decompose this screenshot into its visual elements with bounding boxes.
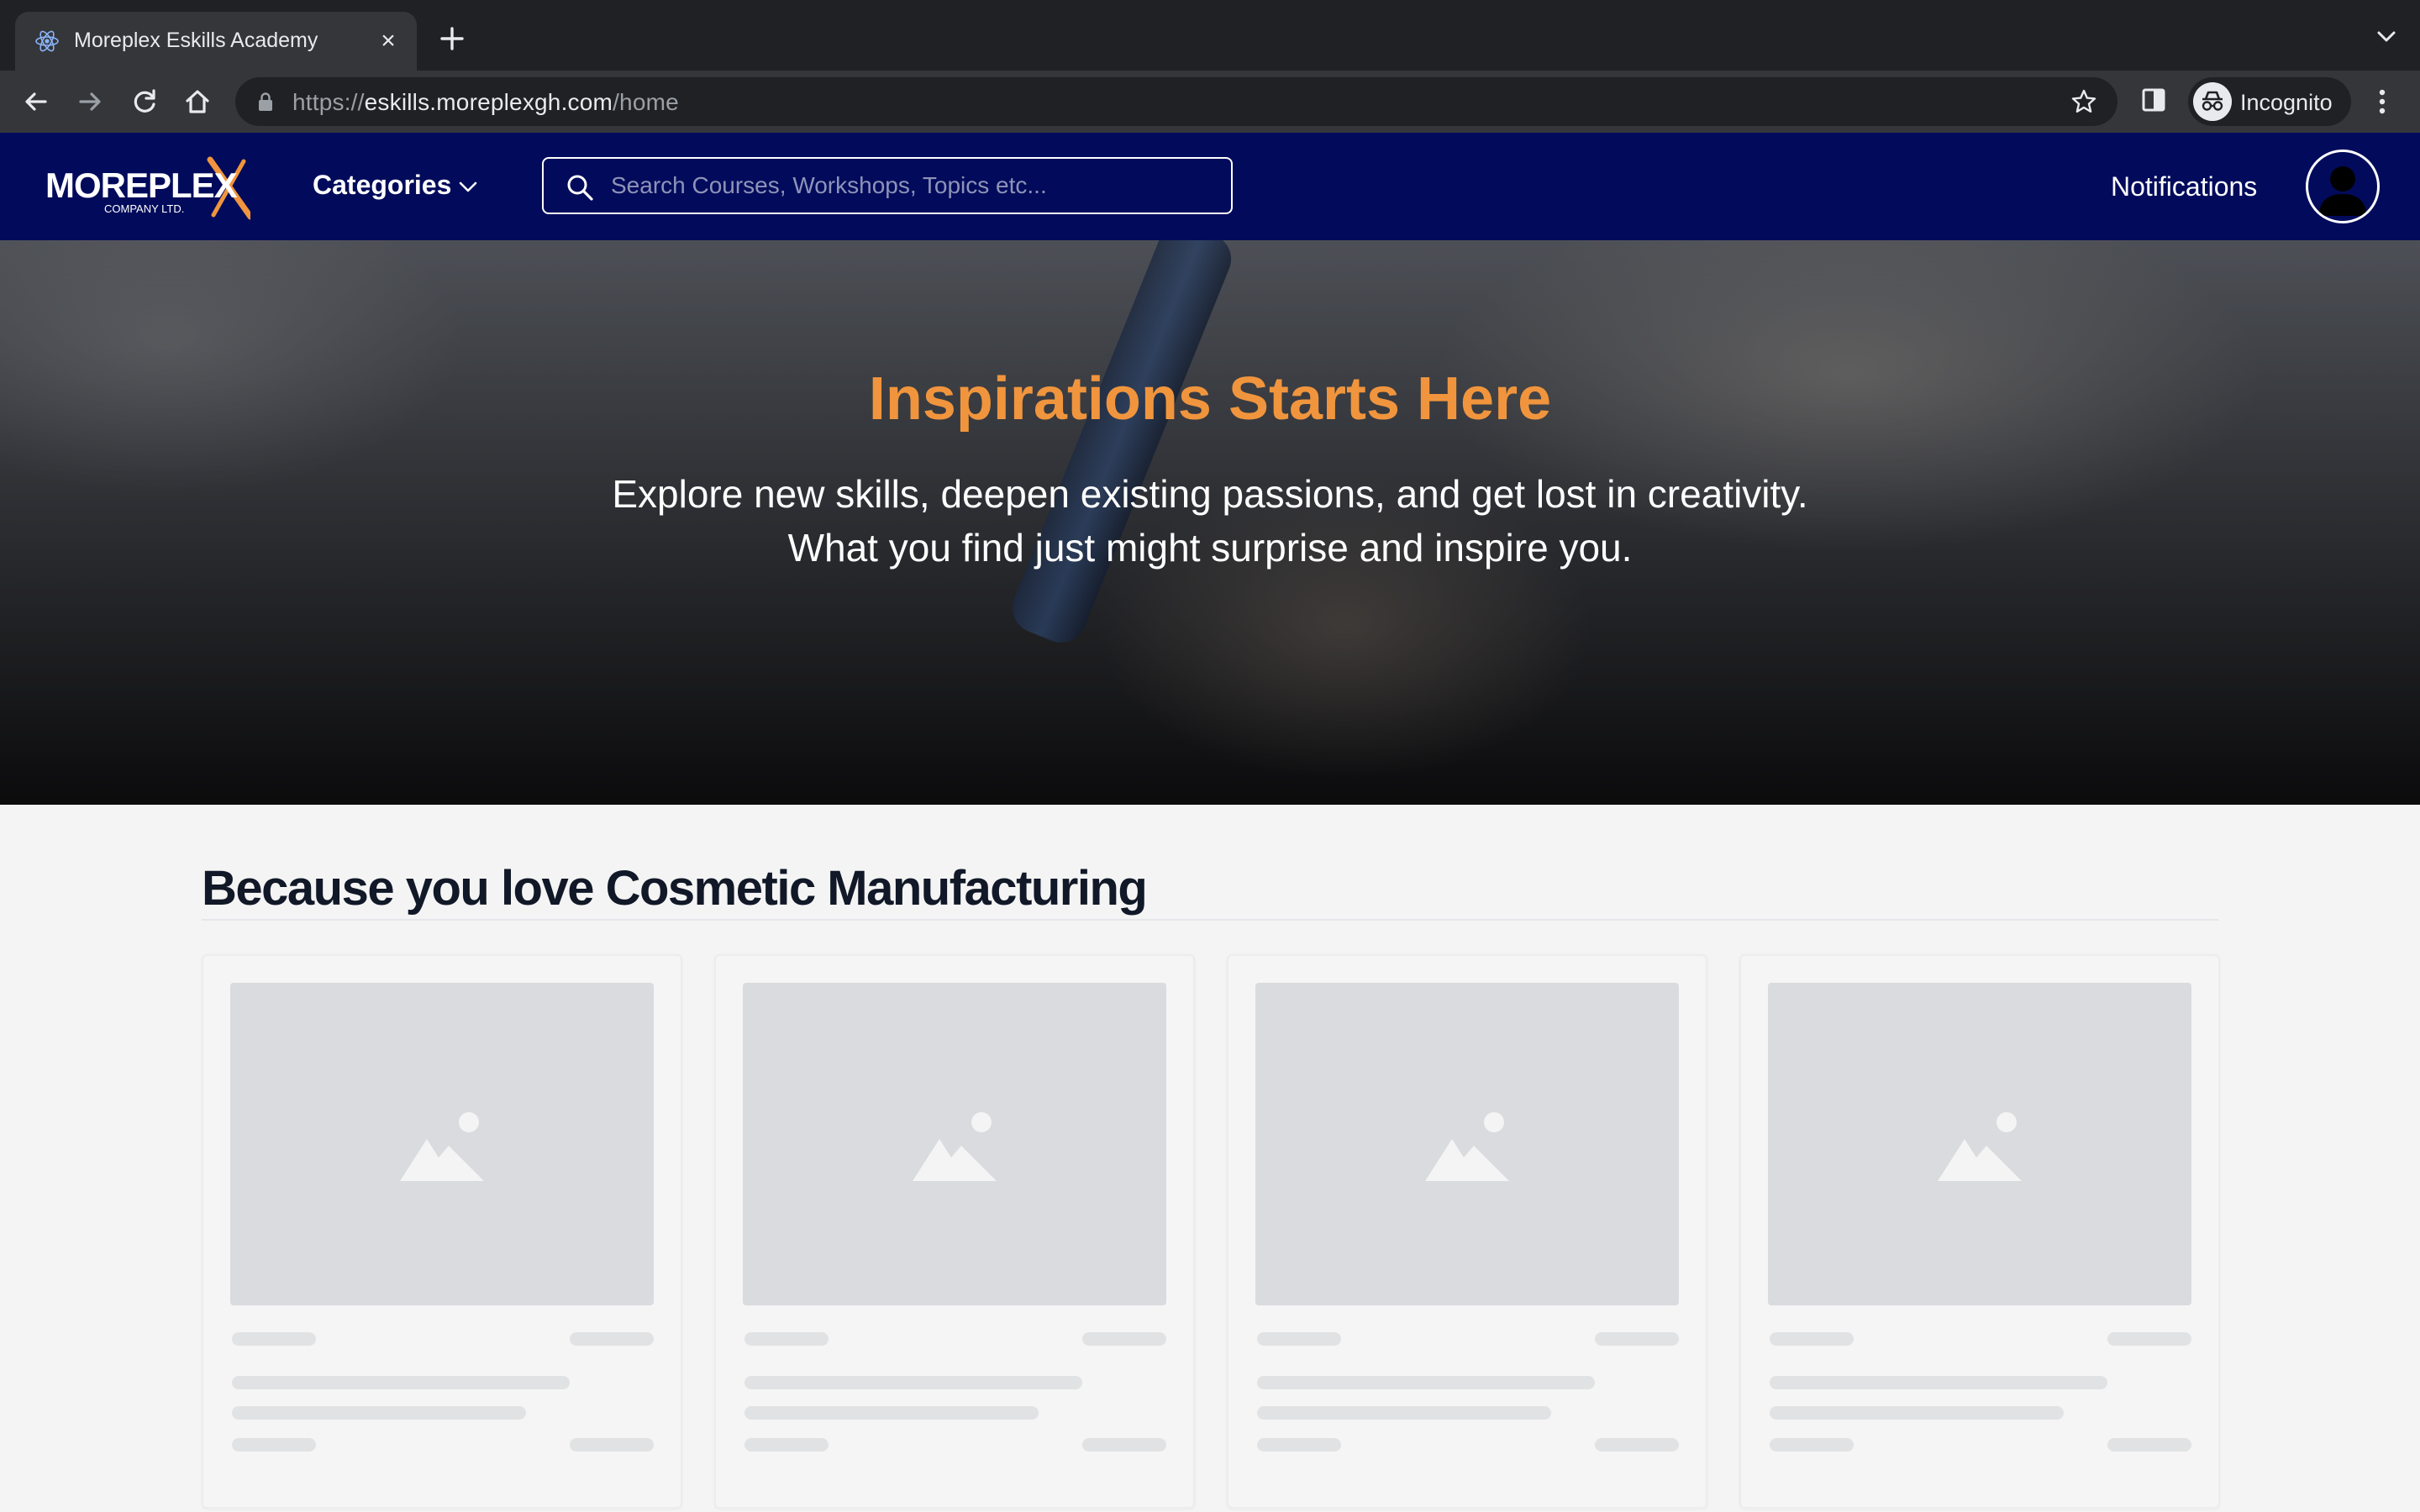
card-image-placeholder [743,983,1166,1305]
section-divider [202,919,2218,921]
categories-label: Categories [313,170,452,200]
profile-avatar-button[interactable] [2306,150,2380,223]
skeleton-line [570,1438,654,1452]
close-icon[interactable]: × [373,26,403,56]
skeleton-line [1257,1406,1551,1420]
tab-title: Moreplex Eskills Academy [74,29,318,52]
chevron-down-icon [460,181,477,192]
address-bar[interactable]: https://eskills.moreplexgh.com/home [235,77,2118,126]
moreplex-logo[interactable]: MOREPLEX COMPANY LTD. [45,156,250,220]
skeleton-line [1257,1438,1341,1452]
notifications-link[interactable]: Notifications [2111,171,2257,202]
section-title: Because you love Cosmetic Manufacturing [202,861,1148,916]
chevron-down-icon[interactable] [2375,27,2398,47]
skeleton-line [232,1332,316,1346]
browser-toolbar: https://eskills.moreplexgh.com/home Inco… [0,71,2420,133]
side-panel-icon[interactable] [2141,87,2166,113]
skeleton-line [1082,1438,1166,1452]
image-placeholder-icon [1425,1112,1509,1181]
image-placeholder-icon [400,1112,484,1181]
home-icon[interactable] [180,84,215,119]
reload-icon[interactable] [127,84,162,119]
skeleton-line [2107,1332,2191,1346]
hero-subtitle: Explore new skills, deepen existing pass… [0,467,2420,575]
avatar-icon [2318,166,2367,216]
skeleton-line [232,1438,316,1452]
plus-icon[interactable] [435,22,469,55]
hero-subtitle-line-2: What you find just might surprise and in… [787,526,1633,570]
react-favicon-icon [35,30,59,52]
skeleton-line [744,1332,829,1346]
lock-icon[interactable] [257,92,274,112]
skeleton-line [1770,1376,2107,1389]
skeleton-line [1257,1332,1341,1346]
logo-subtext: COMPANY LTD. [104,202,184,215]
skeleton-line [570,1332,654,1346]
search-box[interactable] [542,157,1233,214]
skeleton-line [232,1376,570,1389]
forward-arrow-icon[interactable] [72,84,108,119]
url-text[interactable]: https://eskills.moreplexgh.com/home [292,89,679,116]
logo-wordmark: MOREPLEX [45,165,238,205]
star-icon[interactable] [2070,88,2097,115]
course-card-skeleton[interactable] [714,954,1195,1509]
search-icon [567,175,593,201]
card-image-placeholder [230,983,654,1305]
menu-dots-icon[interactable] [2370,86,2395,118]
skeleton-line [744,1406,1039,1420]
image-placeholder-icon [1938,1112,2022,1181]
incognito-icon [2193,82,2232,121]
browser-tab-strip: Moreplex Eskills Academy × [0,0,2420,71]
skeleton-line [1082,1332,1166,1346]
site-header: MOREPLEX COMPANY LTD. Categories Notific… [0,133,2420,240]
categories-menu-button[interactable]: Categories [313,170,478,201]
course-card-skeleton[interactable] [1227,954,1707,1509]
browser-tab[interactable]: Moreplex Eskills Academy × [15,12,417,71]
skeleton-line [1257,1376,1595,1389]
image-placeholder-icon [913,1112,997,1181]
skeleton-line [1595,1332,1679,1346]
skeleton-line [1770,1406,2064,1420]
card-image-placeholder [1768,983,2191,1305]
incognito-indicator[interactable]: Incognito [2188,77,2351,126]
course-card-skeleton[interactable] [1739,954,2220,1509]
search-input[interactable] [611,167,1216,204]
skeleton-line [744,1376,1082,1389]
skeleton-line [1770,1438,1854,1452]
skeleton-line [232,1406,526,1420]
hero-subtitle-line-1: Explore new skills, deepen existing pass… [612,472,1808,516]
card-image-placeholder [1255,983,1679,1305]
skeleton-line [1770,1332,1854,1346]
skeleton-line [744,1438,829,1452]
hero-title: Inspirations Starts Here [868,365,1552,433]
course-card-skeleton[interactable] [202,954,682,1509]
hero-banner: Inspirations Starts Here Explore new ski… [0,240,2420,805]
back-arrow-icon[interactable] [18,84,54,119]
skeleton-line [2107,1438,2191,1452]
profile-label: Incognito [2240,90,2333,115]
skeleton-line [1595,1438,1679,1452]
